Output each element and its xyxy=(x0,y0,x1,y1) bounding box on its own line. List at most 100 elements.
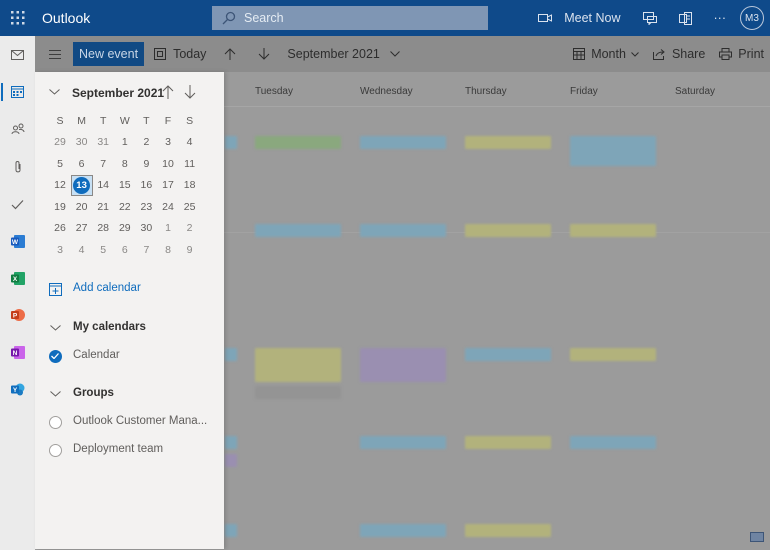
calendar-event[interactable] xyxy=(465,348,551,361)
mini-calendar-day[interactable]: 4 xyxy=(179,132,201,153)
feedback-button[interactable] xyxy=(642,11,657,25)
app-title[interactable]: Outlook xyxy=(42,10,212,26)
calendar-event[interactable] xyxy=(465,224,551,237)
share-button[interactable]: Share xyxy=(652,47,705,61)
rail-excel[interactable]: X xyxy=(0,264,35,292)
rail-mail[interactable] xyxy=(0,41,35,69)
calendar-event[interactable] xyxy=(255,224,341,237)
mini-calendar-day[interactable]: 21 xyxy=(92,196,114,217)
today-button[interactable]: Today xyxy=(154,47,206,61)
rail-onenote[interactable]: N xyxy=(0,338,35,366)
mini-calendar-day[interactable]: 3 xyxy=(157,132,179,153)
calendar-event[interactable] xyxy=(570,224,656,237)
mini-calendar-day[interactable]: 29 xyxy=(49,132,71,153)
mini-calendar-day[interactable]: 25 xyxy=(179,196,201,217)
meet-now-button[interactable]: Meet Now xyxy=(538,11,621,25)
calendar-event[interactable] xyxy=(225,136,237,149)
mini-calendar-day[interactable]: 2 xyxy=(179,218,201,239)
arrow-down-icon[interactable] xyxy=(184,85,196,99)
mini-calendar-day[interactable]: 8 xyxy=(157,239,179,260)
previous-month-button[interactable] xyxy=(224,48,236,60)
mini-calendar-day[interactable]: 29 xyxy=(114,218,136,239)
calendar-event[interactable] xyxy=(255,386,341,399)
arrow-up-icon[interactable] xyxy=(162,85,174,99)
rail-word[interactable]: W xyxy=(0,227,35,255)
add-calendar-button[interactable]: Add calendar xyxy=(35,278,224,300)
mini-calendar-day[interactable]: 5 xyxy=(49,153,71,174)
rail-todo[interactable] xyxy=(0,190,35,218)
calendar-event[interactable] xyxy=(360,136,446,149)
mini-calendar-day[interactable]: 19 xyxy=(49,196,71,217)
rail-powerpoint[interactable]: P xyxy=(0,301,35,329)
view-switcher-button[interactable]: Month xyxy=(573,47,639,61)
mini-calendar-day[interactable]: 20 xyxy=(71,196,93,217)
more-options-button[interactable]: ··· xyxy=(714,11,727,25)
mini-calendar-day[interactable]: 10 xyxy=(157,153,179,174)
mini-calendar-day[interactable]: 31 xyxy=(92,132,114,153)
month-picker-button[interactable]: September 2021 xyxy=(287,47,400,61)
mini-calendar-day[interactable]: 27 xyxy=(71,218,93,239)
calendar-event[interactable] xyxy=(225,454,237,467)
expand-panel-button[interactable] xyxy=(750,532,764,542)
group-item[interactable]: Deployment team xyxy=(35,439,224,461)
my-calendars-header[interactable]: My calendars xyxy=(35,317,224,339)
mini-calendar-title[interactable]: September 2021 xyxy=(72,86,164,100)
mini-calendar-day[interactable]: 1 xyxy=(157,218,179,239)
mini-calendar-day-selected[interactable]: 13 xyxy=(70,174,93,196)
mini-calendar-day[interactable]: 26 xyxy=(49,218,71,239)
group-item[interactable]: Outlook Customer Mana... xyxy=(35,411,224,433)
mini-calendar-day[interactable]: 6 xyxy=(114,239,136,260)
mini-calendar-day[interactable]: 16 xyxy=(135,175,157,196)
mini-calendar-day[interactable]: 18 xyxy=(179,175,201,196)
calendar-event[interactable] xyxy=(225,436,237,449)
app-launcher-button[interactable] xyxy=(0,0,36,36)
mini-calendar-day[interactable]: 24 xyxy=(157,196,179,217)
mini-calendar-day[interactable]: 3 xyxy=(49,239,71,260)
rail-files[interactable] xyxy=(0,153,35,181)
calendar-event[interactable] xyxy=(360,524,446,537)
mini-calendar-day[interactable]: 30 xyxy=(71,132,93,153)
mini-calendar-day[interactable]: 11 xyxy=(179,153,201,174)
rail-people[interactable] xyxy=(0,115,35,143)
mini-calendar-day[interactable]: 28 xyxy=(92,218,114,239)
mini-calendar-day[interactable]: 2 xyxy=(135,132,157,153)
calendar-event[interactable] xyxy=(465,436,551,449)
mini-calendar-day[interactable]: 22 xyxy=(114,196,136,217)
mini-calendar-day[interactable]: 23 xyxy=(135,196,157,217)
calendar-event[interactable] xyxy=(255,348,341,382)
mini-calendar-day[interactable]: 9 xyxy=(179,239,201,260)
search-box[interactable]: Search xyxy=(212,6,488,30)
calendar-event[interactable] xyxy=(360,436,446,449)
toggle-navigation-button[interactable] xyxy=(49,49,61,59)
mini-calendar-day[interactable]: 12 xyxy=(49,175,71,196)
mini-calendar-day[interactable]: 6 xyxy=(71,153,93,174)
mini-calendar-day[interactable]: 30 xyxy=(135,218,157,239)
calendar-event[interactable] xyxy=(570,436,656,449)
mini-calendar-day[interactable]: 15 xyxy=(114,175,136,196)
new-event-button[interactable]: New event xyxy=(73,42,145,66)
chevron-down-icon[interactable] xyxy=(49,89,60,95)
calendar-item[interactable]: Calendar xyxy=(35,345,224,367)
mini-calendar-day[interactable]: 1 xyxy=(114,132,136,153)
calendar-event[interactable] xyxy=(570,136,656,166)
mini-calendar-day[interactable]: 4 xyxy=(71,239,93,260)
mini-calendar-day[interactable]: 17 xyxy=(157,175,179,196)
account-avatar[interactable]: M3 xyxy=(740,6,764,30)
print-button[interactable]: Print xyxy=(719,47,764,61)
mini-calendar-day[interactable]: 8 xyxy=(114,153,136,174)
calendar-event[interactable] xyxy=(465,136,551,149)
calendar-event[interactable] xyxy=(225,348,237,361)
calendar-event[interactable] xyxy=(360,348,446,382)
rail-calendar[interactable] xyxy=(0,78,35,106)
mini-calendar-day[interactable]: 5 xyxy=(92,239,114,260)
calendar-event[interactable] xyxy=(225,524,237,537)
rail-yammer[interactable]: Y xyxy=(0,375,35,403)
calendar-event[interactable] xyxy=(570,348,656,361)
calendar-event[interactable] xyxy=(465,524,551,537)
calendar-event[interactable] xyxy=(360,224,446,237)
next-month-button[interactable] xyxy=(258,48,270,60)
mini-calendar-day[interactable]: 14 xyxy=(92,175,114,196)
calendar-event[interactable] xyxy=(255,136,341,149)
mini-calendar-day[interactable]: 7 xyxy=(135,239,157,260)
office-button[interactable] xyxy=(678,11,692,25)
